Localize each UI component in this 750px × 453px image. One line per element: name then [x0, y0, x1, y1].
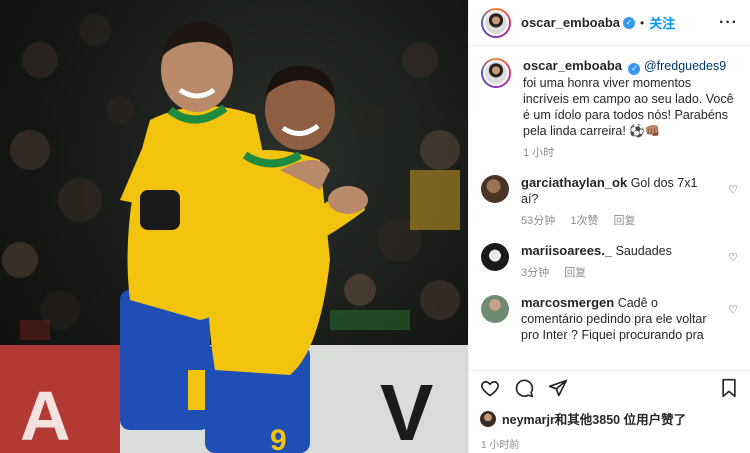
comment-username[interactable]: marcosmergen: [521, 295, 614, 310]
heart-icon[interactable]: [480, 378, 500, 398]
comment-meta: 3分钟 回复: [521, 265, 718, 281]
caption-text: foi uma honra viver momentos incríveis e…: [523, 76, 734, 138]
reply-button[interactable]: 回复: [564, 267, 586, 279]
caption: oscar_emboaba ✓ @fredguedes9 foi uma hon…: [481, 58, 738, 161]
follow-button[interactable]: 关注: [649, 13, 675, 32]
svg-text:A: A: [20, 377, 71, 453]
comment-item: garciathaylan_ok Gol dos 7x1 aí? 53分钟 1次…: [481, 175, 738, 229]
comment-username[interactable]: garciathaylan_ok: [521, 175, 627, 190]
caption-mention-link[interactable]: @fredguedes9: [644, 59, 726, 73]
likes-summary[interactable]: neymarjr和其他3850 位用户赞了: [480, 409, 686, 428]
bookmark-icon[interactable]: [720, 378, 738, 398]
caption-meta: 1 小时: [523, 145, 738, 161]
verified-check-icon: ✓: [623, 16, 635, 29]
caption-time: 1 小时: [523, 147, 555, 159]
comment-meta: 53分钟 1次赞 回复: [521, 213, 718, 229]
post-photo[interactable]: A V 9: [0, 0, 468, 453]
reply-button[interactable]: 回复: [614, 215, 636, 227]
comment-like-heart-icon[interactable]: ♡: [728, 183, 738, 196]
separator-dot: •: [640, 15, 645, 30]
verified-check-icon: ✓: [628, 63, 641, 75]
post-header: oscar_emboaba ✓ • 关注 ···: [469, 0, 750, 46]
more-options-icon[interactable]: ···: [719, 14, 738, 32]
comment-username[interactable]: mariisoarees._: [521, 243, 612, 258]
comment-like-heart-icon[interactable]: ♡: [728, 251, 738, 264]
author-username[interactable]: oscar_emboaba: [521, 15, 620, 30]
post-timestamp: 1 小时前: [481, 440, 520, 451]
post-action-bar: [468, 370, 750, 404]
comment-item: marcosmergen Cadê o comentário pedindo p…: [481, 295, 738, 343]
commenter-avatar[interactable]: [481, 295, 509, 323]
likes-text: neymarjr和其他3850 位用户赞了: [502, 413, 687, 427]
comments-list[interactable]: oscar_emboaba ✓ @fredguedes9 foi uma hon…: [469, 46, 750, 368]
liker-avatar: [480, 410, 496, 427]
players-illustration: A V 9: [0, 14, 468, 453]
author-avatar[interactable]: [481, 7, 511, 38]
comment-time: 3分钟: [521, 267, 550, 279]
comment-text: Saudades: [615, 244, 672, 258]
commenter-avatar[interactable]: [481, 175, 509, 203]
comment-time: 53分钟: [521, 215, 556, 227]
comment-like-heart-icon[interactable]: ♡: [728, 303, 738, 316]
svg-text:9: 9: [270, 424, 287, 453]
caption-author-username[interactable]: oscar_emboaba: [523, 58, 622, 73]
share-icon[interactable]: [548, 378, 568, 398]
comment-icon[interactable]: [514, 378, 534, 398]
commenter-avatar[interactable]: [481, 243, 509, 271]
comment-item: mariisoarees._ Saudades 3分钟 回复 ♡: [481, 243, 738, 281]
svg-text:V: V: [380, 368, 433, 453]
comment-likes-count[interactable]: 1次赞: [570, 215, 598, 227]
caption-author-avatar[interactable]: [481, 58, 511, 88]
